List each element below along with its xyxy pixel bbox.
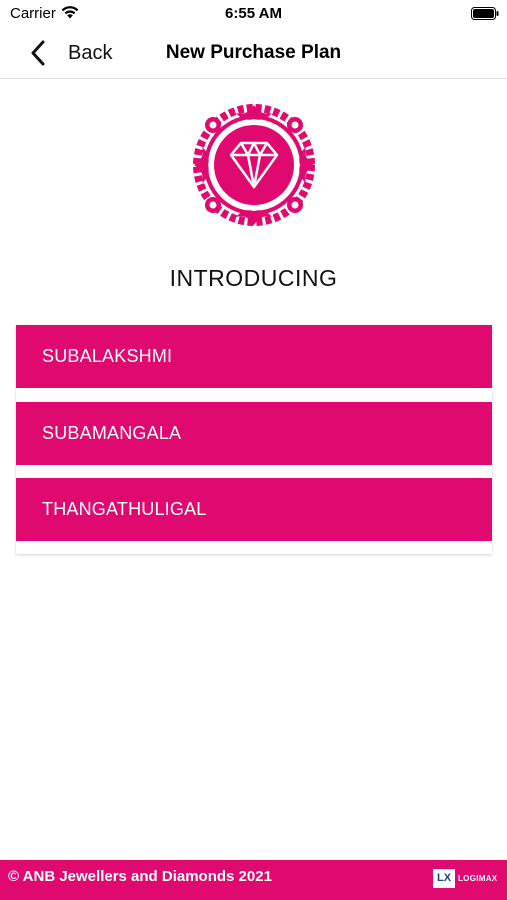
plan-list: SUBALAKSHMI SUBAMANGALA THANGATHULIGAL (16, 325, 492, 554)
logimax-logo: LX LOGIMAX (433, 868, 498, 888)
plan-label: THANGATHULIGAL (42, 499, 207, 519)
logimax-text: LOGIMAX (458, 873, 498, 883)
plan-item-subalakshmi[interactable]: SUBALAKSHMI (16, 325, 492, 388)
battery-icon (471, 7, 499, 20)
copyright-text: © ANB Jewellers and Diamonds 2021 (8, 868, 272, 885)
footer: © ANB Jewellers and Diamonds 2021 LX LOG… (0, 860, 507, 900)
plan-label: SUBAMANGALA (42, 423, 182, 443)
status-time: 6:55 AM (225, 5, 282, 22)
diamond-logo-icon (193, 104, 315, 226)
status-bar: Carrier 6:55 AM (0, 0, 507, 28)
intro-heading: INTRODUCING (169, 265, 338, 291)
navigation-bar: Back New Purchase Plan (0, 28, 507, 79)
plan-label: SUBALAKSHMI (42, 346, 173, 366)
plan-item-subamangala[interactable]: SUBAMANGALA (16, 402, 492, 465)
lx-badge: LX (433, 868, 455, 888)
page-title: New Purchase Plan (165, 42, 342, 63)
plan-item-thangathuligal[interactable]: THANGATHULIGAL (16, 478, 492, 541)
